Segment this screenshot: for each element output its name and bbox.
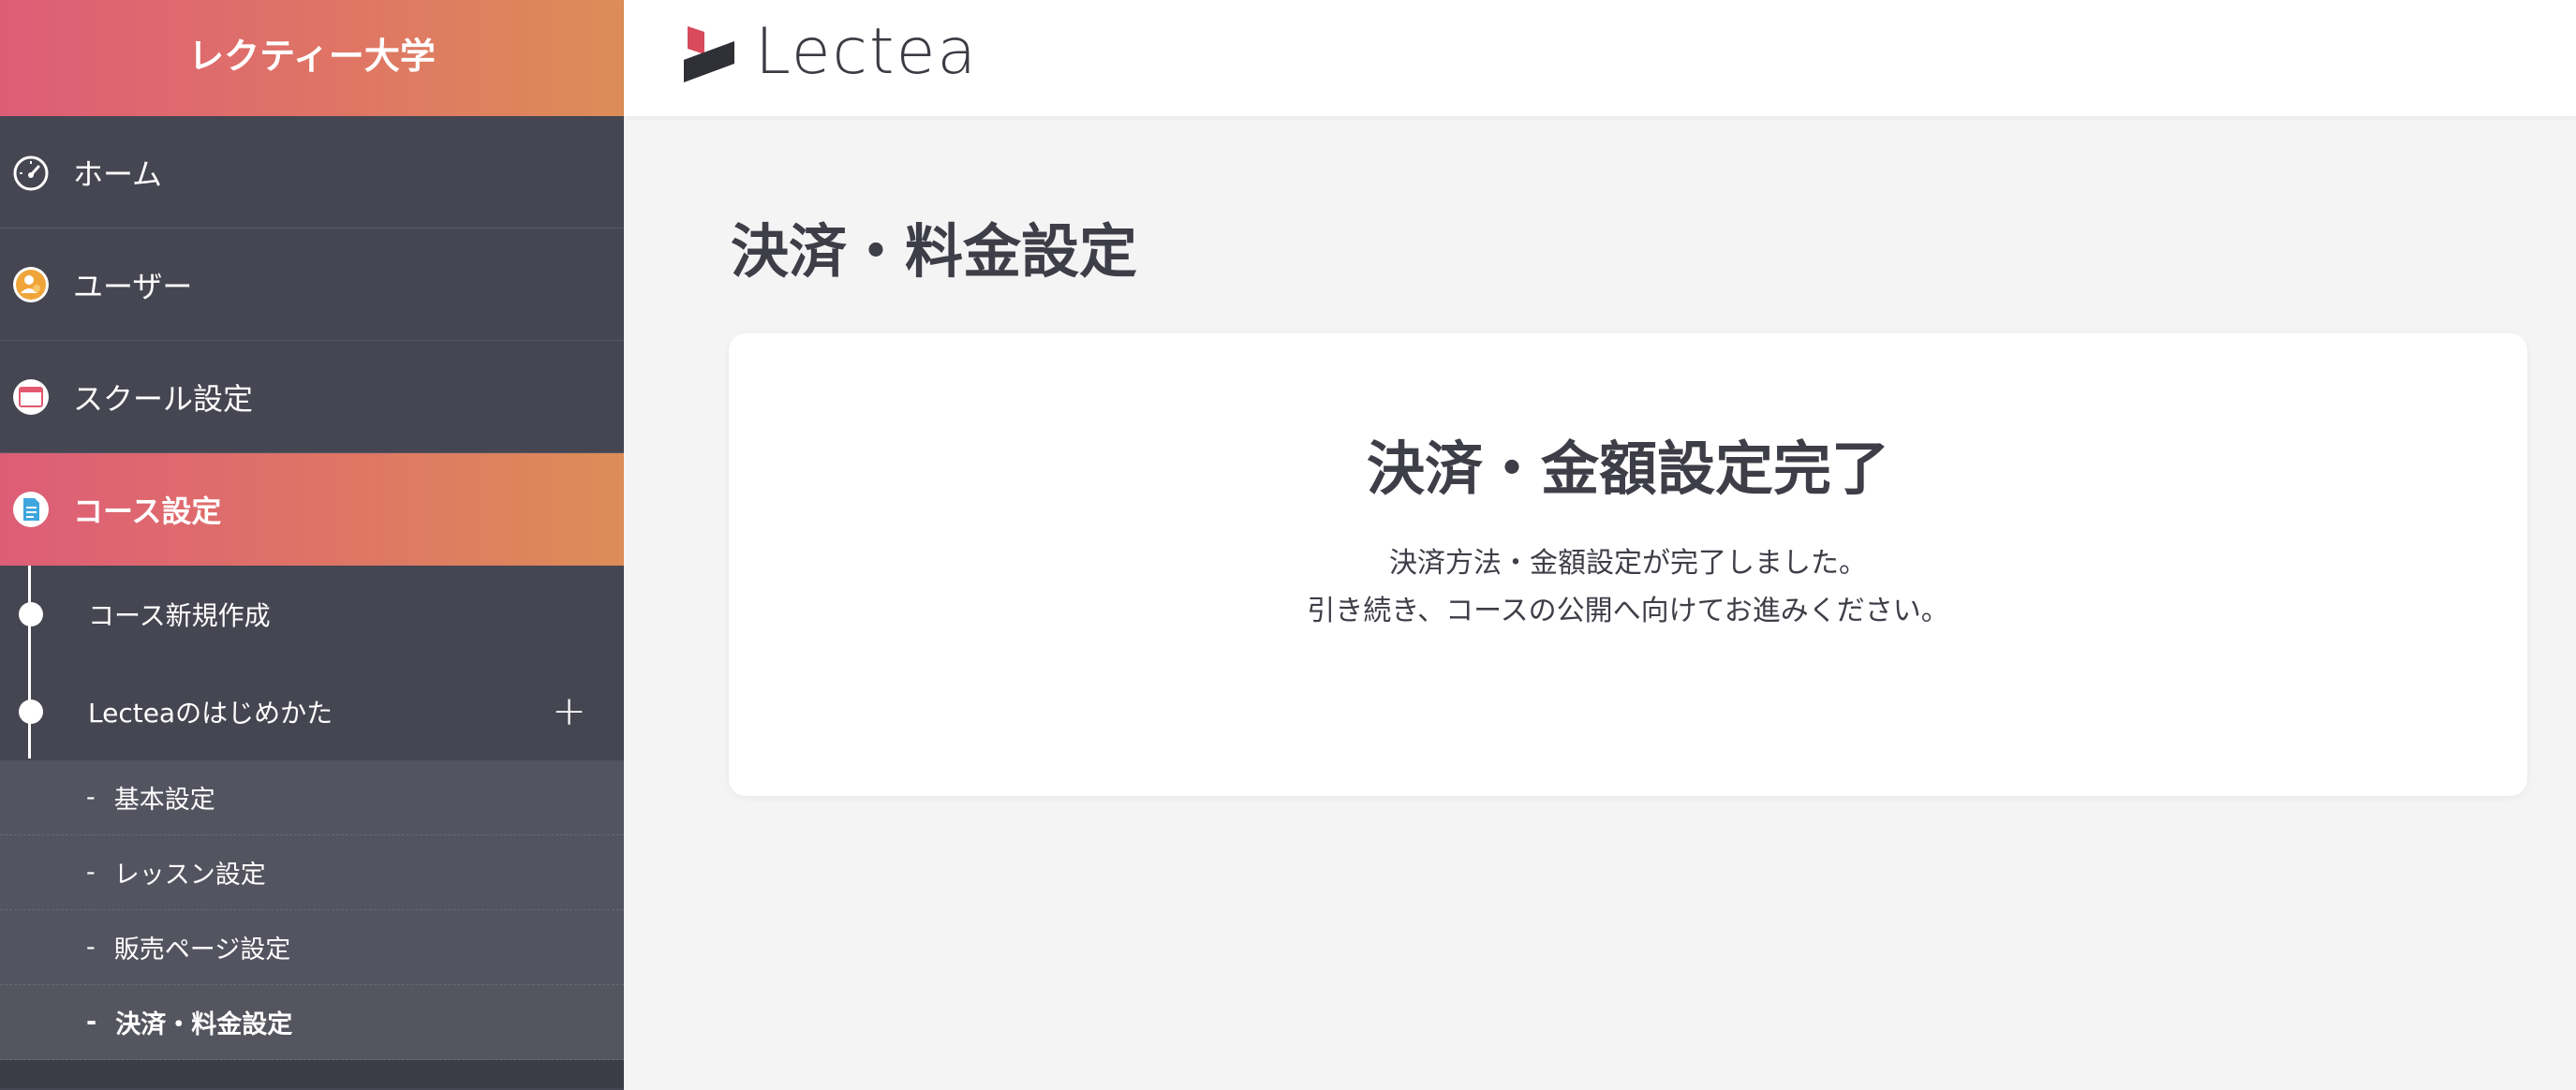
plus-icon[interactable]: + — [552, 691, 586, 732]
document-icon — [11, 490, 51, 529]
lectea-logo[interactable]: Lectea — [684, 15, 978, 90]
subsub-item-sales-page-settings[interactable]: - 販売ページ設定 — [0, 910, 624, 985]
subsub-item-payment-settings[interactable]: - 決済・料金設定 — [0, 985, 624, 1060]
subsub-item-label: レッスン設定 — [113, 861, 266, 890]
sidebar-item-home[interactable]: ホーム — [0, 116, 624, 228]
app-root: レクティー大学 ホーム ユーザー スクール設定 コース設定 コース新規作成 Le… — [0, 0, 2576, 1090]
top-header: Lectea — [624, 0, 2576, 116]
timeline-dot — [19, 602, 43, 626]
sidebar-item-users[interactable]: ユーザー — [0, 228, 624, 341]
lectea-logo-mark-icon — [684, 26, 734, 82]
subnav-item-label: コース新規作成 — [88, 600, 271, 631]
card-message-line: 引き続き、コースの公開へ向けてお進みください。 — [1307, 595, 1949, 627]
subnav-item-label: Lecteaのはじめかた — [88, 698, 333, 729]
sidebar-item-label: ユーザー — [73, 268, 193, 304]
sidebar: レクティー大学 ホーム ユーザー スクール設定 コース設定 コース新規作成 Le… — [0, 0, 624, 1090]
user-icon — [11, 265, 51, 304]
sidebar-item-course-settings[interactable]: コース設定 — [0, 453, 624, 566]
subsub-item-label: 基本設定 — [113, 786, 215, 815]
sidebar-item-label: ホーム — [73, 155, 163, 192]
speedometer-icon — [11, 153, 51, 192]
sidebar-item-label: スクール設定 — [73, 380, 254, 417]
card-title: 決済・金額設定完了 — [1366, 435, 1889, 503]
dash-marker: - — [86, 858, 96, 887]
sidebar-item-label: コース設定 — [73, 493, 222, 529]
dash-marker: - — [86, 933, 96, 962]
timeline-dot — [19, 700, 43, 724]
subsub-item-lesson-settings[interactable]: - レッスン設定 — [0, 835, 624, 910]
subnav-item-new-course[interactable]: コース新規作成 — [0, 566, 624, 663]
card-message: 決済方法・金額設定が完了しました。 引き続き、コースの公開へ向けてお進みください… — [729, 539, 2527, 635]
dash-marker: - — [86, 783, 96, 812]
school-name[interactable]: レクティー大学 — [0, 0, 624, 116]
card-message-line: 決済方法・金額設定が完了しました。 — [1389, 547, 1867, 580]
browser-window-icon — [11, 377, 51, 417]
main-content: 決済・料金設定 決済・金額設定完了 決済方法・金額設定が完了しました。 引き続き… — [624, 116, 2576, 1090]
subsub-item-label: 販売ページ設定 — [113, 935, 291, 965]
subsub-item-basic-settings[interactable]: - 基本設定 — [0, 760, 624, 835]
sidebar-footer — [0, 1060, 624, 1088]
sidebar-item-school-settings[interactable]: スクール設定 — [0, 341, 624, 453]
dash-marker: - — [86, 1008, 97, 1037]
logo-text: Lectea — [755, 14, 979, 89]
subsub-item-label: 決済・料金設定 — [115, 1010, 293, 1039]
subnav-item-getting-started[interactable]: Lecteaのはじめかた + — [0, 663, 624, 760]
completion-card: 決済・金額設定完了 決済方法・金額設定が完了しました。 引き続き、コースの公開へ… — [729, 333, 2527, 796]
course-subnav: コース新規作成 Lecteaのはじめかた + — [0, 566, 624, 760]
page-title: 決済・料金設定 — [731, 217, 1138, 286]
